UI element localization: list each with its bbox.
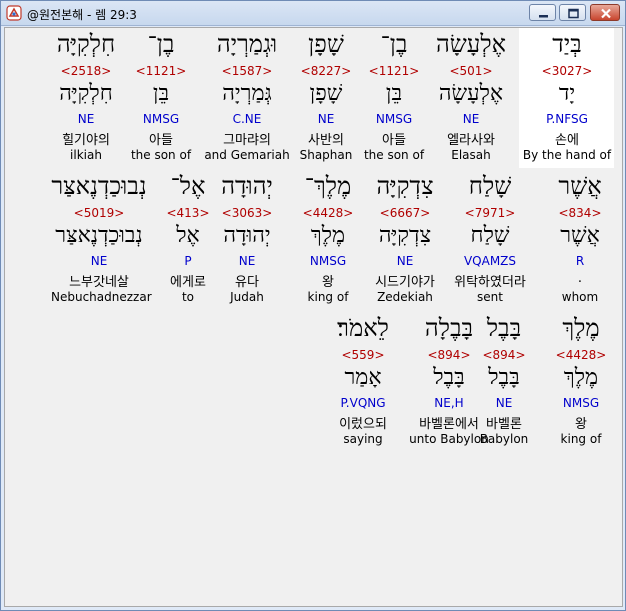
korean-gloss: 위탁하였더라 (454, 275, 526, 290)
word-cell[interactable]: חִלְקִיָּה <2518> חִלְקִיָּה NE 힐기야의 ilkiah (38, 30, 134, 166)
word-cell[interactable]: בְּיַד <3027> יָד P.NFSG 손에 By the hand of (519, 30, 615, 166)
strong-number[interactable]: <834> (532, 206, 626, 220)
korean-gloss: 느부갓네살 (69, 275, 129, 290)
close-button[interactable] (590, 4, 620, 21)
app-window: @원전본해 - 렘 29:3 בְּיַד <3027> יָד P.NFSG 손에 By… (0, 0, 626, 611)
hebrew-word: בְּיַד (552, 30, 582, 58)
morphology-code: P.NFSG (546, 112, 588, 126)
english-gloss: Nebuchadnezzar (51, 290, 152, 304)
close-icon (601, 8, 611, 19)
word-cell[interactable]: בָּבֶלָה <894> בָּבֶל NE,H 바벨론에서 unto Babylon (401, 314, 497, 450)
word-cell[interactable]: אֶל־ <413> אֶל P 에게로 to (140, 172, 236, 308)
minimize-button[interactable] (529, 4, 556, 21)
korean-gloss: 에게로 (170, 275, 206, 290)
vertical-scrollbar[interactable] (615, 28, 622, 606)
title-bar[interactable]: @원전본해 - 렘 29:3 (1, 1, 625, 26)
morphology-code: C.NE (232, 112, 262, 126)
lemma-word: גְּמַרְיָה (222, 81, 272, 106)
hebrew-word: אֶל־ (170, 172, 206, 200)
maximize-icon (568, 8, 579, 19)
korean-gloss: 손에 (555, 133, 579, 148)
lemma-word: יָד (558, 81, 576, 106)
minimize-icon (539, 15, 548, 18)
korean-gloss: 이렀으되 (339, 417, 387, 432)
hebrew-word: וּגְמַרְיָה (216, 30, 278, 58)
english-gloss: ilkiah (70, 148, 102, 162)
korean-gloss: 바벨론에서 (419, 417, 479, 432)
english-gloss: sent (477, 290, 503, 304)
lemma-word: חִלְקִיָּה (59, 81, 113, 106)
morphology-code: P.VQNG (340, 396, 386, 410)
english-gloss: By the hand of (522, 148, 612, 162)
maximize-button[interactable] (559, 4, 586, 21)
morphology-code: NE (77, 112, 95, 126)
morphology-code: VQAMZS (463, 254, 517, 268)
lemma-word: אָמַר (344, 365, 382, 390)
hebrew-word: נְבוּכַדְנֶאצַּר (51, 172, 147, 200)
lemma-word: אֲשֶׁר (560, 223, 600, 248)
morphology-code: NE,H (434, 396, 464, 410)
word-cell[interactable]: וּגְמַרְיָה <1587> גְּמַרְיָה C.NE 그마랴의 and G… (199, 30, 295, 166)
lemma-word: נְבוּכַדְנֶאצַּר (55, 223, 143, 248)
word-cell[interactable]: אֲשֶׁר <834> אֲשֶׁר R. whom (532, 172, 626, 308)
strong-number[interactable]: <559> (315, 348, 411, 362)
lemma-word: שָׁלַח (470, 223, 510, 248)
strong-number[interactable]: <5019> (51, 206, 147, 220)
strong-number[interactable]: <894> (401, 348, 497, 362)
english-gloss: saying (343, 432, 383, 446)
word-cell[interactable]: לֵאמֹר׃ <559> אָמַר P.VQNG 이렀으되 saying (315, 314, 411, 450)
strong-number[interactable]: <1587> (199, 64, 295, 78)
english-gloss: whom (561, 290, 599, 304)
window-title: @원전본해 - 렘 29:3 (27, 8, 137, 22)
strong-number[interactable]: <7971> (442, 206, 538, 220)
hebrew-word: חִלְקִיָּה (56, 30, 116, 58)
korean-gloss: 그마랴의 (223, 133, 271, 148)
hebrew-word: אֲשֶׁר (558, 172, 602, 200)
english-gloss: to (181, 290, 195, 304)
hebrew-word: בָּבֶלָה (424, 314, 474, 342)
strong-number[interactable]: <3027> (519, 64, 615, 78)
strong-number[interactable]: <413> (140, 206, 236, 220)
english-gloss: unto Babylon (409, 432, 489, 446)
hebrew-word: שָׁלַח (468, 172, 512, 200)
lemma-word: אֶל (176, 223, 200, 248)
english-gloss: and Gemariah (204, 148, 290, 162)
word-cell[interactable]: נְבוּכַדְנֶאצַּר <5019> נְבוּכַדְנֶאצַּר NE… (51, 172, 152, 308)
korean-gloss: 힐기야의 (62, 133, 110, 148)
hebrew-word: לֵאמֹר׃ (337, 314, 389, 342)
strong-number[interactable]: <2518> (38, 64, 134, 78)
lemma-word: בָּבֶל (433, 365, 465, 390)
word-cell[interactable]: שָׁלַח <7971> שָׁלַח VQAMZS 위탁하였더라 sent (442, 172, 538, 308)
morphology-code: NE (90, 254, 108, 268)
app-logo-icon (6, 5, 22, 21)
korean-gloss: . (577, 271, 583, 286)
morphology-code: R (575, 254, 585, 268)
morphology-code: P (184, 254, 192, 268)
interlinear-panel[interactable]: בְּיַד <3027> יָד P.NFSG 손에 By the hand of אֶל… (4, 27, 623, 607)
